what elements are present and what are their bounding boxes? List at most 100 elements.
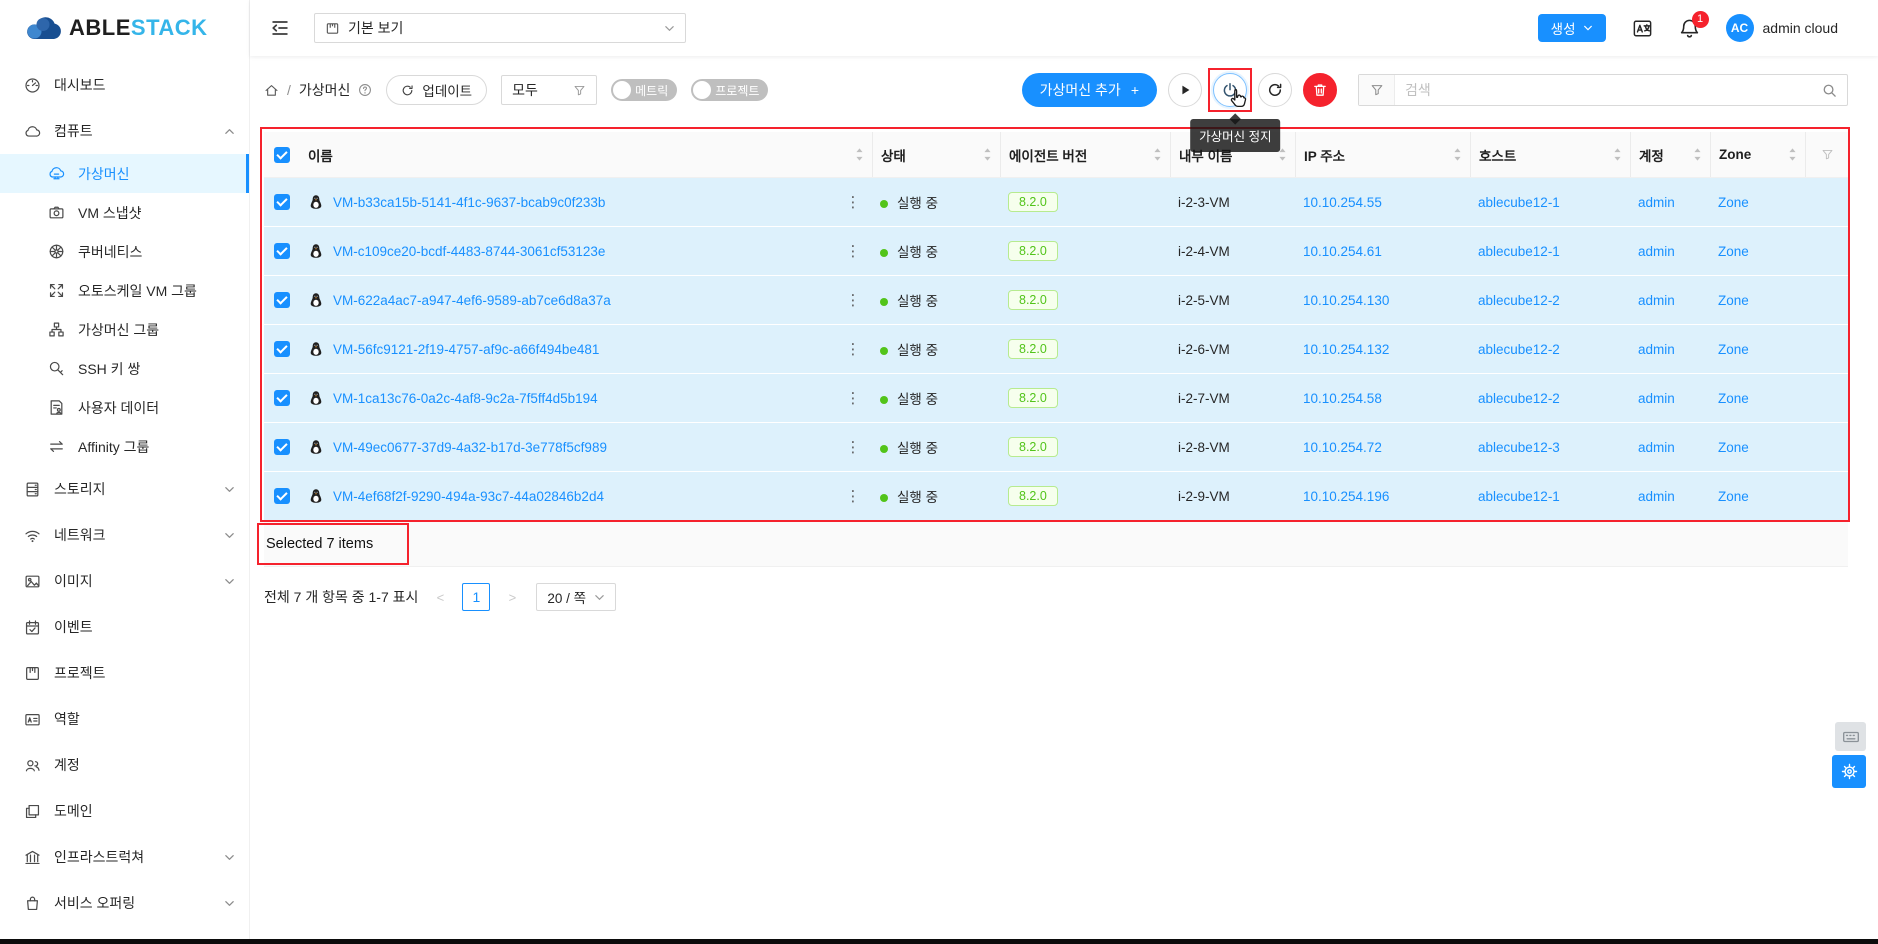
zone-link[interactable]: Zone <box>1718 391 1749 406</box>
sidebar-item-virtual-machines[interactable]: 가상머신 <box>0 154 249 193</box>
page-size-select[interactable]: 20 / 쪽 <box>536 583 616 611</box>
zone-link[interactable]: Zone <box>1718 244 1749 259</box>
sorter-icon[interactable] <box>1453 147 1462 162</box>
sidebar-collapse-icon[interactable] <box>270 18 290 38</box>
host-link[interactable]: ablecube12-2 <box>1478 391 1560 406</box>
sidebar-item-network[interactable]: 네트워크 <box>0 512 249 558</box>
sidebar-item-user-data[interactable]: 사용자 데이터 <box>0 388 249 427</box>
vm-name-link[interactable]: VM-b33ca15b-5141-4f1c-9637-bcab9c0f233b <box>333 195 605 210</box>
sidebar-item-storage[interactable]: 스토리지 <box>0 466 249 512</box>
pagination-next-button[interactable]: > <box>499 584 525 610</box>
sidebar-item-infrastructure[interactable]: 인프라스트럭쳐 <box>0 834 249 880</box>
sidebar-item-vm-snapshot[interactable]: VM 스냅샷 <box>0 193 249 232</box>
sidebar-item-events[interactable]: 이벤트 <box>0 604 249 650</box>
ip-link[interactable]: 10.10.254.72 <box>1303 440 1382 455</box>
sidebar-item-accounts[interactable]: 계정 <box>0 742 249 788</box>
sidebar-item-dashboard[interactable]: 대시보드 <box>0 62 249 108</box>
sidebar-item-images[interactable]: 이미지 <box>0 558 249 604</box>
header-cell-filter[interactable] <box>1805 132 1848 177</box>
add-vm-button[interactable]: 가상머신 추가+ <box>1022 73 1157 107</box>
notification-bell-icon[interactable]: 1 <box>1679 18 1700 39</box>
row-actions-menu[interactable]: ⋮ <box>835 438 872 456</box>
host-link[interactable]: ablecube12-3 <box>1478 440 1560 455</box>
vm-name-link[interactable]: VM-1ca13c76-0a2c-4af8-9c2a-7f5ff4d5b194 <box>333 391 598 406</box>
header-cell-host[interactable]: 호스트 <box>1470 132 1630 177</box>
row-actions-menu[interactable]: ⋮ <box>835 291 872 309</box>
row-actions-menu[interactable]: ⋮ <box>835 242 872 260</box>
reboot-vm-button[interactable] <box>1258 73 1292 107</box>
sidebar-item-kubernetes[interactable]: 쿠버네티스 <box>0 232 249 271</box>
home-icon[interactable] <box>264 83 279 98</box>
header-cell-zone[interactable]: Zone <box>1710 132 1805 177</box>
account-link[interactable]: admin <box>1638 440 1675 455</box>
stop-vm-button[interactable] <box>1213 73 1247 107</box>
update-button[interactable]: 업데이트 <box>386 75 487 105</box>
sidebar-item-service-offering[interactable]: 서비스 오퍼링 <box>0 880 249 926</box>
sorter-icon[interactable] <box>1788 147 1797 162</box>
header-cell-name[interactable]: 이름 <box>300 132 872 177</box>
row-actions-menu[interactable]: ⋮ <box>835 193 872 211</box>
host-link[interactable]: ablecube12-1 <box>1478 195 1560 210</box>
destroy-vm-button[interactable] <box>1303 73 1337 107</box>
header-cell-ip[interactable]: IP 주소 <box>1295 132 1470 177</box>
account-link[interactable]: admin <box>1638 489 1675 504</box>
ip-link[interactable]: 10.10.254.61 <box>1303 244 1382 259</box>
filter-select[interactable]: 모두 <box>501 75 597 105</box>
ip-link[interactable]: 10.10.254.130 <box>1303 293 1389 308</box>
sidebar-item-vm-group[interactable]: 가상머신 그룹 <box>0 310 249 349</box>
zone-link[interactable]: Zone <box>1718 293 1749 308</box>
metric-toggle[interactable]: 메트릭 <box>611 79 677 101</box>
sidebar-item-affinity-group[interactable]: Affinity 그룹 <box>0 427 249 466</box>
account-link[interactable]: admin <box>1638 195 1675 210</box>
row-checkbox[interactable] <box>274 390 290 406</box>
search-filter-button[interactable] <box>1359 75 1395 105</box>
search-input[interactable] <box>1395 82 1811 98</box>
ip-link[interactable]: 10.10.254.58 <box>1303 391 1382 406</box>
start-vm-button[interactable] <box>1168 73 1202 107</box>
account-link[interactable]: admin <box>1638 293 1675 308</box>
view-select[interactable]: 기본 보기 <box>314 13 686 43</box>
vm-name-link[interactable]: VM-4ef68f2f-9290-494a-93c7-44a02846b2d4 <box>333 489 604 504</box>
sorter-icon[interactable] <box>983 147 992 162</box>
row-checkbox[interactable] <box>274 488 290 504</box>
sorter-icon[interactable] <box>855 147 864 162</box>
header-cell-account[interactable]: 계정 <box>1630 132 1710 177</box>
ip-link[interactable]: 10.10.254.132 <box>1303 342 1389 357</box>
sidebar-item-projects[interactable]: 프로젝트 <box>0 650 249 696</box>
row-checkbox[interactable] <box>274 194 290 210</box>
row-checkbox[interactable] <box>274 341 290 357</box>
keyboard-shortcuts-button[interactable] <box>1835 722 1866 751</box>
project-toggle[interactable]: 프로젝트 <box>691 79 768 101</box>
help-question-icon[interactable] <box>358 83 372 97</box>
row-actions-menu[interactable]: ⋮ <box>835 389 872 407</box>
row-checkbox[interactable] <box>274 292 290 308</box>
vm-name-link[interactable]: VM-56fc9121-2f19-4757-af9c-a66f494be481 <box>333 342 599 357</box>
sorter-icon[interactable] <box>1613 147 1622 162</box>
account-link[interactable]: admin <box>1638 244 1675 259</box>
logo[interactable]: ABLESTACK <box>0 0 249 56</box>
pagination-page-1[interactable]: 1 <box>462 583 490 611</box>
sidebar-item-compute[interactable]: 컴퓨트 <box>0 108 249 154</box>
sidebar-item-autoscale-vm-group[interactable]: 오토스케일 VM 그룹 <box>0 271 249 310</box>
host-link[interactable]: ablecube12-1 <box>1478 244 1560 259</box>
zone-link[interactable]: Zone <box>1718 342 1749 357</box>
row-actions-menu[interactable]: ⋮ <box>835 340 872 358</box>
search-icon[interactable] <box>1811 83 1847 98</box>
row-checkbox[interactable] <box>274 439 290 455</box>
row-actions-menu[interactable]: ⋮ <box>835 487 872 505</box>
create-button[interactable]: 생성 <box>1538 14 1606 42</box>
sidebar-item-domains[interactable]: 도메인 <box>0 788 249 834</box>
ip-link[interactable]: 10.10.254.55 <box>1303 195 1382 210</box>
settings-fab-button[interactable] <box>1832 755 1866 788</box>
vm-name-link[interactable]: VM-622a4ac7-a947-4ef6-9589-ab7ce6d8a37a <box>333 293 611 308</box>
sorter-icon[interactable] <box>1693 147 1702 162</box>
zone-link[interactable]: Zone <box>1718 489 1749 504</box>
user-menu[interactable]: AC admin cloud <box>1726 14 1839 42</box>
account-link[interactable]: admin <box>1638 391 1675 406</box>
host-link[interactable]: ablecube12-2 <box>1478 293 1560 308</box>
select-all-checkbox[interactable] <box>274 147 290 163</box>
zone-link[interactable]: Zone <box>1718 195 1749 210</box>
row-checkbox[interactable] <box>274 243 290 259</box>
sidebar-item-roles[interactable]: 역할 <box>0 696 249 742</box>
sidebar-item-ssh-key-pair[interactable]: SSH 키 쌍 <box>0 349 249 388</box>
